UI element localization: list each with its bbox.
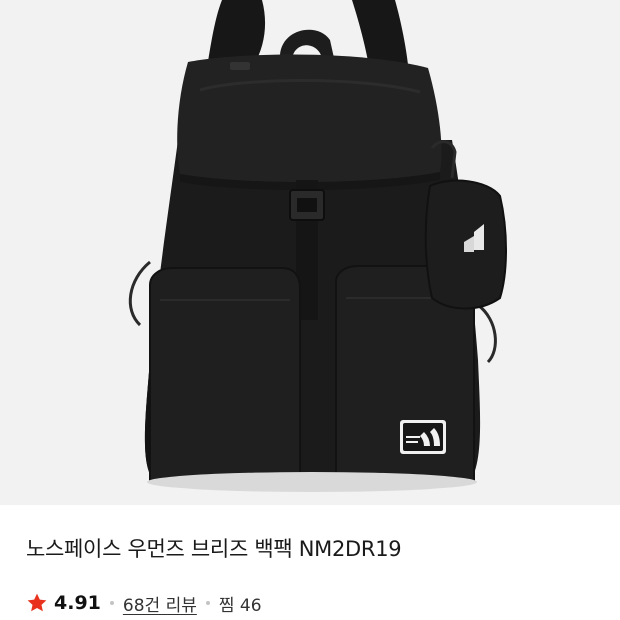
- product-meta-row: 4.91 68건 리뷰 찜 46: [26, 588, 262, 618]
- product-image[interactable]: [0, 0, 620, 505]
- star-icon: [27, 593, 47, 612]
- brand-logo-patch: [400, 420, 446, 454]
- review-count-link[interactable]: 68건 리뷰: [123, 591, 197, 616]
- separator-dot: [205, 601, 210, 605]
- product-card[interactable]: 노스페이스 우먼즈 브리즈 백팩 NM2DR19 4.91 68건 리뷰 찜 4…: [0, 0, 620, 620]
- rating-value: 4.91: [54, 592, 101, 614]
- product-title[interactable]: 노스페이스 우먼즈 브리즈 백팩 NM2DR19: [26, 534, 596, 564]
- backpack-illustration: [0, 0, 620, 505]
- wishlist-count: 찜 46: [218, 595, 262, 616]
- separator-dot: [109, 601, 114, 605]
